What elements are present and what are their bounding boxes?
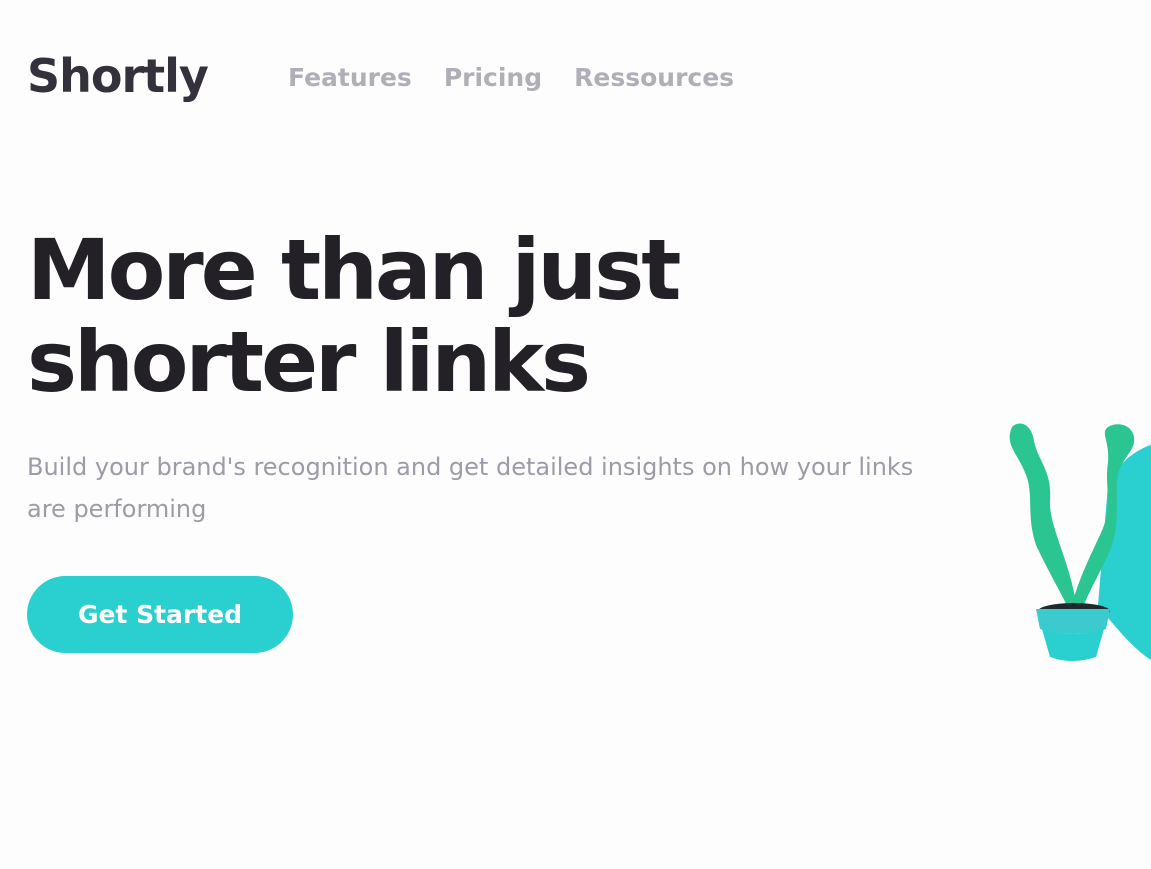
brand-logo[interactable]: Shortly [27, 53, 209, 99]
plant-illustration [1009, 423, 1151, 661]
primary-nav: Features Pricing Ressources [288, 64, 734, 92]
nav-link-ressources[interactable]: Ressources [574, 64, 734, 92]
hero-title-line-2: shorter links [27, 313, 591, 411]
header: Shortly [27, 44, 209, 114]
hero-title-line-1: More than just [27, 221, 681, 319]
hero-title: More than just shorter links [27, 221, 681, 411]
landing-page: Shortly Features Pricing Ressources More… [0, 0, 1151, 869]
nav-link-features[interactable]: Features [288, 64, 412, 92]
get-started-button[interactable]: Get Started [27, 576, 293, 653]
hero-subtitle: Build your brand's recognition and get d… [27, 453, 914, 523]
nav-link-pricing[interactable]: Pricing [444, 64, 542, 92]
